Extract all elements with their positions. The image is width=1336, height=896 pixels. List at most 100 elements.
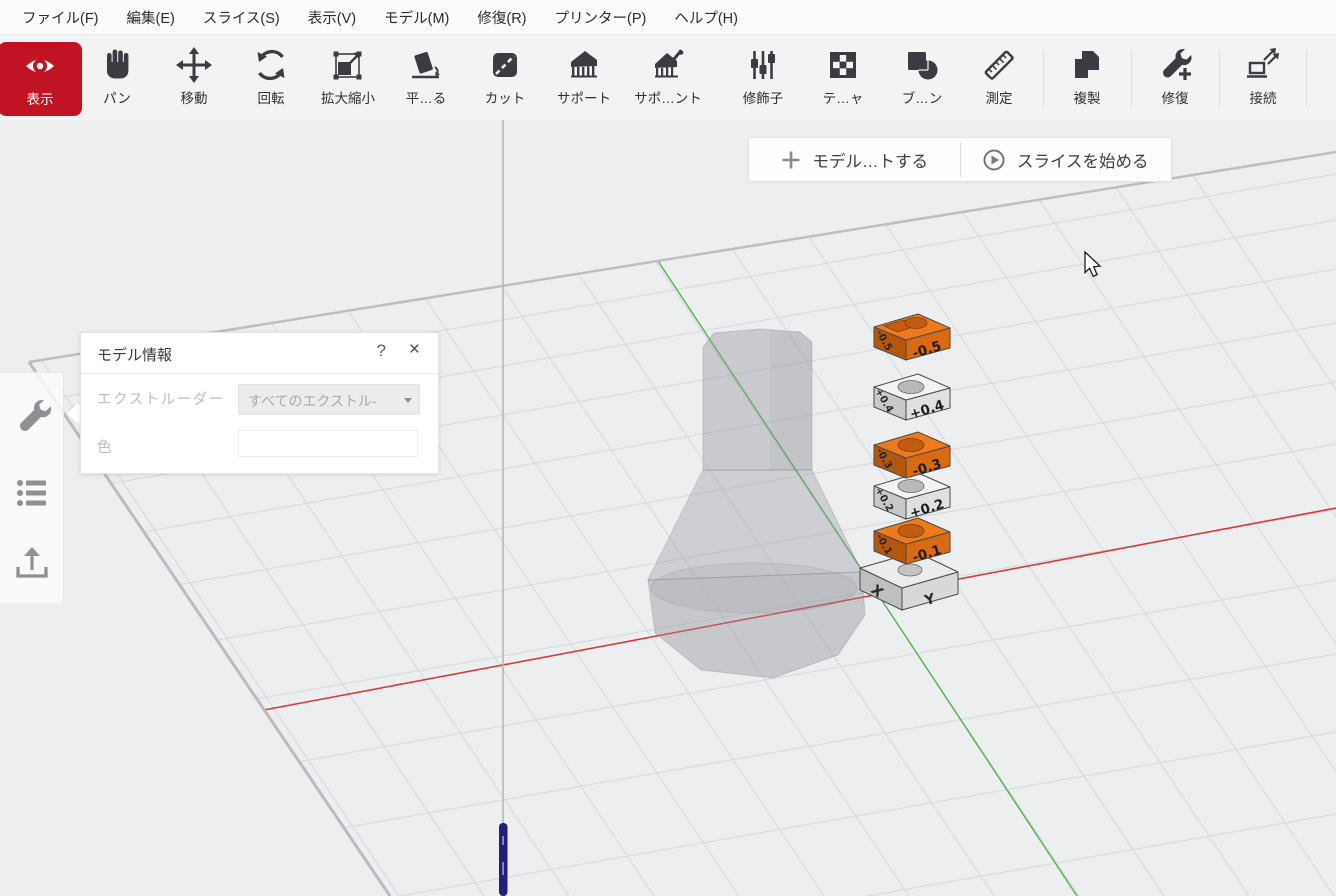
tool-measure[interactable]: 測定 [957, 41, 1041, 115]
scale-icon [328, 45, 368, 85]
menu-repair[interactable]: 修復(R) [463, 7, 540, 28]
import-model-label: モデル…トする [813, 148, 929, 172]
extruder-label: エクストルーダー [97, 388, 225, 409]
tool-label: 回転 [229, 87, 313, 107]
tool-move[interactable]: 移動 [152, 41, 236, 115]
menu-file[interactable]: ファイル(F) [8, 7, 113, 28]
tool-label: 修飾子 [721, 87, 805, 107]
tool-label: 接続 [1221, 87, 1305, 107]
lay-flat-icon [406, 45, 446, 85]
menu-help[interactable]: ヘルプ(H) [660, 7, 752, 28]
tool-rotate[interactable]: 回転 [229, 41, 313, 115]
connect-icon [1243, 45, 1283, 85]
toolbar: 表示 パン 移動 回転 [0, 35, 1336, 121]
model-funnel[interactable] [648, 329, 865, 678]
import-model-button[interactable]: モデル…トする [749, 138, 960, 181]
tool-pan[interactable]: パン [75, 41, 159, 115]
menu-edit[interactable]: 編集(E) [113, 7, 189, 28]
calibration-tower[interactable]: Y X -0.1 -0.1 +0.2 +0.2 [860, 314, 958, 610]
texture-icon [823, 45, 863, 85]
extruder-dropdown[interactable]: すべてのエクストル‐ [238, 384, 420, 415]
measure-icon [979, 45, 1019, 85]
tool-support-paint[interactable]: サポ…ント [626, 41, 710, 115]
build-plate-grid [0, 120, 1336, 896]
scene-canvas[interactable]: Y X -0.1 -0.1 +0.2 +0.2 [0, 120, 1336, 896]
tool-label: 拡大縮小 [306, 87, 390, 107]
list-icon [12, 473, 52, 513]
extruder-row: エクストルーダー すべてのエクストル‐ [81, 374, 438, 422]
side-tool-strip [0, 372, 64, 603]
calibration-block[interactable]: -0.3 -0.3 [873, 432, 950, 480]
tool-boolean[interactable]: ブ…ン [880, 41, 964, 115]
z-axis-marker [499, 823, 508, 896]
plus-icon [781, 150, 801, 170]
tool-label: 修復 [1133, 87, 1217, 107]
export-button[interactable] [12, 543, 52, 583]
toolbar-separator [1306, 49, 1307, 107]
tool-scale[interactable]: 拡大縮小 [306, 41, 390, 115]
menu-slice[interactable]: スライス(S) [189, 7, 294, 28]
modifier-icon [743, 45, 783, 85]
toolbar-separator [1219, 49, 1220, 107]
tool-label: テ…ャ [801, 87, 885, 107]
calibration-block[interactable]: +0.4 +0.4 [872, 374, 950, 423]
color-row: 色 [81, 422, 438, 470]
start-slice-label: スライスを始める [1017, 148, 1149, 172]
tool-support[interactable]: サポート [542, 41, 626, 115]
panel-header: モデル情報 ? × [81, 333, 438, 374]
tool-texture[interactable]: テ…ャ [801, 41, 885, 115]
color-label: 色 [97, 436, 113, 457]
duplicate-icon [1067, 45, 1107, 85]
boolean-icon [902, 45, 942, 85]
close-icon[interactable]: × [409, 339, 420, 361]
tool-label: 測定 [957, 87, 1041, 107]
wrench-icon [12, 395, 52, 435]
tool-label: 平…る [384, 87, 468, 107]
tool-label: 複製 [1045, 87, 1129, 107]
toolbar-separator [1131, 49, 1132, 107]
extruder-dropdown-value: すべてのエクストル‐ [248, 391, 377, 411]
tool-label: サポート [542, 87, 626, 107]
calibration-block[interactable]: -0.5 -0.5 [873, 314, 950, 362]
calibration-block[interactable]: +0.2 +0.2 [872, 473, 950, 522]
cut-icon [485, 45, 525, 85]
model-list-button[interactable] [12, 473, 52, 513]
tool-label: パン [75, 87, 159, 107]
move-icon [174, 45, 214, 85]
rotate-icon [251, 45, 291, 85]
menu-printer[interactable]: プリンター(P) [541, 7, 661, 28]
plate-back-edge [29, 152, 1336, 362]
start-slice-button[interactable]: スライスを始める [961, 138, 1172, 181]
menu-view[interactable]: 表示(V) [294, 7, 370, 28]
hand-icon [97, 45, 137, 85]
play-icon [983, 149, 1005, 171]
tool-lay-flat[interactable]: 平…る [384, 41, 468, 115]
tool-label: サポ…ント [626, 87, 710, 107]
viewport-3d[interactable]: Y X -0.1 -0.1 +0.2 +0.2 [0, 120, 1336, 896]
menu-bar: ファイル(F) 編集(E) スライス(S) 表示(V) モデル(M) 修復(R)… [0, 0, 1336, 35]
tool-repair[interactable]: 修復 [1133, 41, 1217, 115]
support-icon [564, 45, 604, 85]
calibration-block[interactable]: -0.1 -0.1 [873, 518, 950, 566]
support-paint-icon [648, 45, 688, 85]
scene-action-bar: モデル…トする スライスを始める [748, 137, 1172, 182]
toolbar-separator [1043, 49, 1044, 107]
color-input[interactable] [238, 430, 418, 457]
menu-model[interactable]: モデル(M) [370, 7, 463, 28]
tool-label: カット [463, 87, 547, 107]
tool-label: 表示 [0, 88, 82, 108]
model-info-panel: モデル情報 ? × エクストルーダー すべてのエクストル‐ 色 [80, 332, 439, 474]
mouse-cursor [1085, 252, 1100, 276]
upload-icon [12, 543, 52, 583]
tool-modifier[interactable]: 修飾子 [721, 41, 805, 115]
tool-label: ブ…ン [880, 87, 964, 107]
tool-label: 移動 [152, 87, 236, 107]
help-icon[interactable]: ? [377, 341, 386, 361]
model-settings-button[interactable] [12, 395, 52, 435]
repair-icon [1155, 45, 1195, 85]
tool-cut[interactable]: カット [463, 41, 547, 115]
chevron-down-icon [404, 398, 412, 403]
tool-connect[interactable]: 接続 [1221, 41, 1305, 115]
tool-view[interactable]: 表示 [0, 42, 82, 116]
tool-duplicate[interactable]: 複製 [1045, 41, 1129, 115]
